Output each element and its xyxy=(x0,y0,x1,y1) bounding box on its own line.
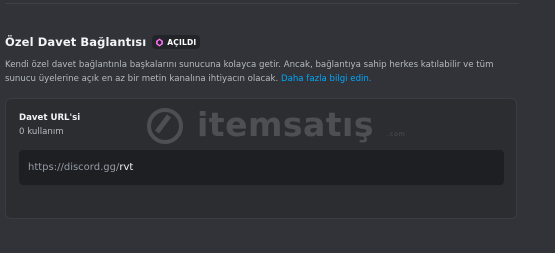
unlocked-badge: AÇILDI xyxy=(152,35,201,49)
badge-label: AÇILDI xyxy=(167,37,197,47)
invite-url-card: Davet URL'si 0 kullanım https://discord.… xyxy=(5,98,517,219)
section-description: Kendi özel davet bağlantınla başkalarını… xyxy=(5,58,517,86)
url-prefix: https://discord.gg/ xyxy=(28,162,120,173)
section-header: Özel Davet Bağlantısı AÇILDI xyxy=(5,35,201,49)
vanity-url-settings: Özel Davet Bağlantısı AÇILDI Kendi özel … xyxy=(0,0,555,253)
top-divider xyxy=(5,3,519,4)
vanity-url-input[interactable]: https://discord.gg/ rvt xyxy=(19,150,504,185)
learn-more-link[interactable]: Daha fazla bilgi edin. xyxy=(281,74,372,84)
usage-count: 0 kullanım xyxy=(19,127,64,137)
boost-gem-icon xyxy=(156,37,164,47)
vanity-code-value[interactable]: rvt xyxy=(119,162,133,173)
card-title: Davet URL'si xyxy=(19,113,81,123)
section-title: Özel Davet Bağlantısı xyxy=(5,35,147,49)
description-text: Kendi özel davet bağlantınla başkalarını… xyxy=(5,60,494,84)
